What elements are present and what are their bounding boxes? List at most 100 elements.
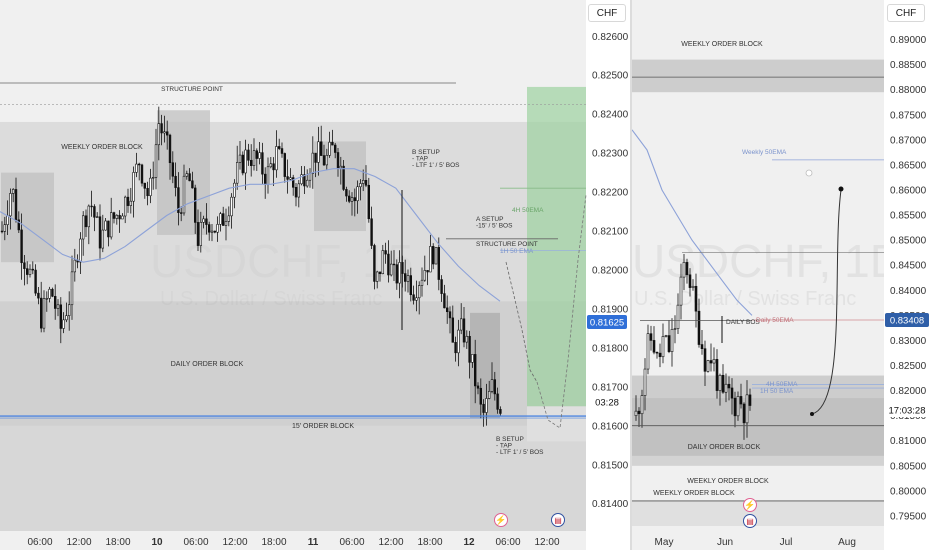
candle-body [712,359,716,364]
candle-body [90,205,93,208]
structure-point-mid-label: STRUCTURE POINT [476,241,538,248]
price-tick-label: 0.80500 [890,461,927,472]
last-price-badge: 0.81625 [590,318,624,329]
candle-body [381,250,384,275]
currency-label[interactable]: CHF [887,4,925,22]
time-tick-label: 06:00 [183,537,208,548]
candle-body [166,131,169,136]
price-tick-label: 0.82100 [592,227,629,238]
candle-body [637,410,641,415]
candle-body [199,222,202,246]
candle-body [143,182,146,189]
candle-body [356,186,359,202]
candle-body [124,196,127,217]
candle-body [59,304,63,329]
us-flag-icon[interactable]: ▤ [743,514,757,528]
candlestick-chart-1d[interactable]: USDCHF, 1DU.S. Dollar / Swiss Franc 0.890… [632,0,932,550]
candle-body [364,179,368,186]
time-tick-label: Jul [780,537,793,548]
candle-body [325,155,328,166]
candle-body [709,360,713,364]
time-tick-label: 12:00 [66,537,91,548]
candle-body [697,310,701,345]
candle-body [129,200,132,206]
order-block-box-1 [1,172,54,263]
price-tick-label: 0.81400 [592,499,629,510]
candle-body [429,246,432,273]
candle-body [126,196,130,206]
last-price-badge: 0.83408 [890,316,924,327]
candle-body [107,220,110,238]
price-tick-label: 0.86500 [890,160,927,171]
candle-body [39,297,43,329]
us-flag-icon[interactable]: ▤ [551,513,565,527]
candle-body [174,175,177,188]
candle-body [336,152,340,169]
candle-body [244,149,247,174]
lightning-icon[interactable]: ⚡ [743,498,757,512]
candle-body [389,263,393,276]
candle-body [412,294,415,301]
ema-4h-label: 4H 50EMA [512,207,544,214]
price-tick-label: 0.82300 [592,149,629,160]
candle-body [473,354,477,387]
time-tick-label: 18:00 [417,537,442,548]
candle-body [45,298,49,300]
candle-body [479,387,482,405]
candle-body [222,213,225,226]
candle-body [347,195,351,202]
candle-body [219,213,222,225]
candle-body [275,146,278,171]
candle-body [445,307,449,313]
candle-body [157,123,160,146]
candle-body [406,275,410,282]
price-tick-label: 0.85500 [890,211,927,222]
price-tick-label: 0.84000 [890,286,927,297]
chart-pane-1d[interactable]: USDCHF, 1D U.S. Dollar / Swiss Franc 0.890… [632,0,932,550]
time-tick-label: 06:00 [339,537,364,548]
candle-body [286,176,289,180]
candle-body [333,144,337,153]
candle-body [277,146,281,149]
time-tick-label: 10 [151,537,163,548]
candle-body [724,383,728,393]
candle-body [194,187,197,223]
candle-body [280,148,284,154]
candle-body [79,238,82,263]
candle-body [205,218,208,225]
candle-body [670,329,674,352]
candle-body [387,253,390,276]
candle-body [182,175,186,214]
candle-body [649,333,653,341]
candle-body [305,179,309,187]
candle-body [367,184,370,220]
lightning-icon[interactable]: ⚡ [494,513,508,527]
candle-body [640,395,644,415]
candlestick-chart-15m[interactable]: USDCHF, 15U.S. Dollar / Swiss Franc0.826… [0,0,630,550]
structure-point-label: STRUCTURE POINT [161,86,223,93]
candle-body [180,212,183,214]
candle-body [373,245,376,282]
candle-body [233,182,236,198]
currency-label[interactable]: CHF [588,4,626,22]
projection-target-dot [838,186,844,192]
candle-body [688,274,692,288]
candle-body [308,173,312,181]
candle-body [403,273,407,282]
candle-body [14,189,18,221]
candle-body [426,270,429,273]
candle-body [96,216,99,218]
candle-body [213,230,216,233]
price-tick-label: 0.82600 [592,32,629,43]
candle-body [56,304,60,309]
candle-body [345,189,348,197]
price-tick-label: 0.89000 [890,35,927,46]
candle-body [227,215,230,222]
candle-body [487,391,491,399]
price-tick-label: 0.81900 [592,304,629,315]
candle-body [721,374,725,393]
chart-pane-15m[interactable]: USDCHF, 15U.S. Dollar / Swiss Franc0.826… [0,0,630,550]
candle-body [101,229,105,249]
a-setup-label: -15' / 5' BOS [476,223,513,230]
price-tick-label: 0.88000 [890,85,927,96]
